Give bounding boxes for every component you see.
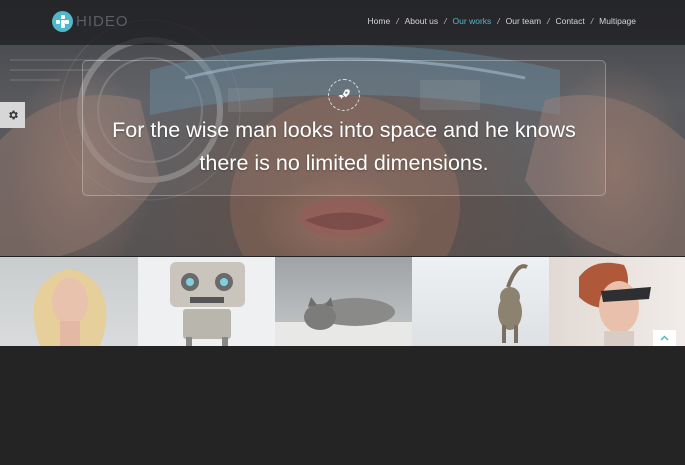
nav-separator: / [444, 16, 447, 26]
chevron-up-icon [660, 335, 669, 341]
quote-line-2: there is no limited dimensions. [199, 151, 489, 175]
scroll-to-top-button[interactable] [653, 330, 676, 346]
nav-separator: / [396, 16, 399, 26]
nav-multipage[interactable]: Multipage [599, 16, 636, 26]
site-header: HIDEO Home / About us / Our works / Our … [0, 0, 685, 45]
gallery-item-kitten-walking[interactable] [412, 257, 549, 346]
nav-separator: / [497, 16, 500, 26]
nav-our-works[interactable]: Our works [453, 16, 492, 26]
gallery-item-woman-blonde[interactable] [0, 257, 138, 346]
nav-about-us[interactable]: About us [405, 16, 439, 26]
nav-our-team[interactable]: Our team [506, 16, 541, 26]
logo[interactable]: HIDEO [52, 11, 129, 32]
settings-toggle-button[interactable] [0, 102, 25, 128]
nav-separator: / [547, 16, 550, 26]
rocket-icon [328, 79, 360, 111]
nav-contact[interactable]: Contact [555, 16, 584, 26]
portfolio-gallery [0, 257, 685, 346]
gallery-item-kitten-lying[interactable] [275, 257, 412, 346]
nav-separator: / [590, 16, 594, 26]
gear-icon [8, 110, 18, 120]
hero-quote: For the wise man looks into space and he… [82, 114, 606, 180]
logo-icon [52, 11, 73, 32]
nav-home[interactable]: Home [368, 16, 391, 26]
page: HIDEO Home / About us / Our works / Our … [0, 0, 685, 465]
quote-line-1: For the wise man looks into space and he… [112, 118, 576, 142]
main-nav: Home / About us / Our works / Our team /… [368, 16, 636, 26]
gallery-item-robot[interactable] [138, 257, 275, 346]
logo-text: HIDEO [76, 13, 129, 30]
